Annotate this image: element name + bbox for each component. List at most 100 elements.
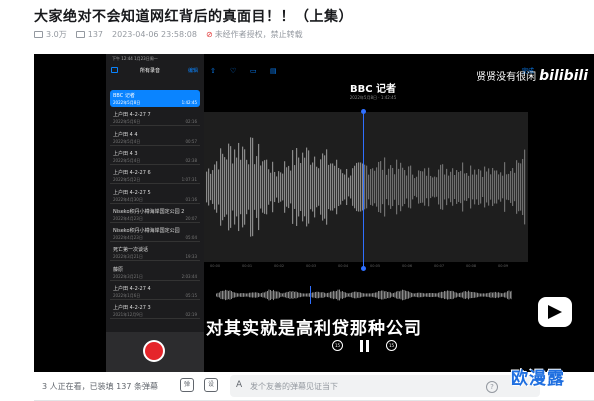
skip-back-button[interactable]: 15 xyxy=(332,340,343,351)
skip-forward-button[interactable]: 15 xyxy=(386,340,397,351)
video-title: 大家绝对不会知道网红背后的真面目！！（上集） xyxy=(34,9,353,25)
recording-item[interactable]: 上户田 4 3 2022年5月4日 02:38 xyxy=(110,148,200,165)
scrubber-bar xyxy=(493,292,495,298)
danmaku-settings-icon[interactable]: 设 xyxy=(204,378,218,392)
recording-subtitle: 2022年5月8日 · 1:42:45 xyxy=(349,95,397,100)
scrubber-bar xyxy=(337,289,339,301)
recording-duration: 05:15 xyxy=(185,293,197,298)
edit-button[interactable]: 编辑 xyxy=(188,67,198,74)
recording-item[interactable]: 上户田 4-2-27 4 2022年1月6日 05:15 xyxy=(110,283,200,300)
waveform-bar xyxy=(208,168,210,206)
waveform-bar xyxy=(284,161,286,213)
recording-item[interactable]: 上户田 4-2-27 6 2022年5月2日 1:07:31 xyxy=(110,167,200,185)
share-icon[interactable]: ⇧ xyxy=(210,67,216,75)
waveform-bar xyxy=(396,159,398,215)
scrubber-bar xyxy=(510,291,511,299)
waveform-bar xyxy=(352,168,354,206)
waveform-bar xyxy=(400,162,402,212)
bilibili-tv-icon[interactable] xyxy=(538,297,572,327)
trash-icon[interactable]: ▤ xyxy=(270,67,277,75)
scrubber-bar xyxy=(349,292,351,298)
scrubber-bar xyxy=(346,293,348,297)
timeline-tick-label: 00:08 xyxy=(466,264,477,268)
scrubber-bar xyxy=(267,291,268,299)
folder-icon[interactable]: ▭ xyxy=(250,67,257,75)
scrubber-bar xyxy=(295,291,297,299)
scrubber-bar xyxy=(444,290,445,300)
waveform-bar xyxy=(484,166,486,208)
viewer-count: 3 人正在看，已装填 137 条弹幕 xyxy=(42,382,158,391)
sidebar-toggle-icon[interactable] xyxy=(111,67,118,73)
pause-button[interactable] xyxy=(359,340,370,352)
scrubber-bar xyxy=(369,293,370,297)
waveform-bar xyxy=(392,167,394,207)
scrubber-bar xyxy=(270,289,271,301)
scrubber-bar xyxy=(325,293,327,297)
scrubber-bar xyxy=(276,291,277,299)
scrubber-bar xyxy=(451,290,453,300)
recording-date: 2022年5月4日 xyxy=(113,138,141,144)
scrubber-playhead[interactable] xyxy=(310,286,311,304)
waveform-bar xyxy=(370,169,372,205)
video-player[interactable]: 下午 12:44 1月23日周一 所有录音 编辑 BBC 记者 2022年5月8日… xyxy=(34,54,594,372)
danmaku-style-icon[interactable]: A xyxy=(236,380,242,390)
waveform-bar xyxy=(368,174,370,200)
waveform-bar xyxy=(308,150,310,224)
scrubber-bar xyxy=(286,291,288,299)
waveform-bar xyxy=(380,161,382,213)
scrubber-bar xyxy=(481,293,483,297)
scrubber-bar xyxy=(499,292,501,298)
playhead[interactable] xyxy=(361,109,366,271)
danmaku-toggle-icon[interactable]: 弹 xyxy=(180,378,194,392)
recording-item[interactable]: 上户田 4-2-27 7 2022年5月6日 02:16 xyxy=(110,109,200,127)
danmaku-etiquette-icon[interactable]: ? xyxy=(486,381,498,393)
scrubber-bar xyxy=(229,290,231,300)
favorite-icon[interactable]: ♡ xyxy=(230,67,236,75)
scrubber-bar xyxy=(226,290,228,300)
scrubber-bar xyxy=(382,290,384,300)
scrubber-bar xyxy=(480,293,481,297)
video-meta: 3.0万 137 2023-04-06 23:58:08 ⊘ 未经作者授权，禁止转… xyxy=(34,29,303,40)
scrubber-bar xyxy=(306,293,307,297)
scrubber-bar xyxy=(390,292,391,298)
scrubber-bar xyxy=(484,293,486,297)
scrubber-bar xyxy=(318,291,319,299)
bilibili-logo: bilibili xyxy=(539,68,588,84)
scrubber-bar xyxy=(465,291,466,299)
scrubber-bar xyxy=(399,291,400,299)
record-button[interactable] xyxy=(143,340,165,362)
waveform-bar xyxy=(276,176,278,198)
danmaku-count-icon xyxy=(75,31,85,38)
waveform-bar xyxy=(342,173,344,201)
scrubber-bar xyxy=(277,291,279,299)
copyright-notice: ⊘ 未经作者授权，禁止转载 xyxy=(205,30,303,39)
waveform-bar xyxy=(444,174,446,200)
waveform-bar xyxy=(324,155,326,219)
recording-item[interactable]: 藤原 2022年3月21日 2:03:44 xyxy=(110,264,200,281)
scrubber-bar xyxy=(433,293,435,297)
scrubber-bar xyxy=(264,292,265,298)
scrubber-bar xyxy=(469,291,471,299)
waveform-bar xyxy=(402,167,404,207)
scrubber-bar xyxy=(406,291,408,299)
recording-item[interactable]: 死亡第一次谈话 2022年3月21日 19:33 xyxy=(110,244,200,262)
waveform-bar xyxy=(436,177,438,197)
waveform-bar xyxy=(312,162,314,212)
recording-item[interactable]: BBC 记者 2022年5月8日 1:42:45 xyxy=(110,90,200,107)
waveform-bar xyxy=(398,168,400,206)
danmaku-input[interactable]: A 发个友善的弹幕见证当下 ? xyxy=(230,375,540,397)
recording-item[interactable]: Niseko积丹小樽海岸国定公园 2022年4月23日 05:04 xyxy=(110,225,200,243)
waveform-bar xyxy=(356,162,358,212)
waveform-bar xyxy=(522,158,524,216)
waveform-bar xyxy=(240,159,242,215)
scrubber-bar xyxy=(462,292,463,298)
scrubber-bar xyxy=(234,292,235,298)
scrubber-bar xyxy=(217,292,219,298)
waveform[interactable] xyxy=(204,112,528,262)
scrubber-bar xyxy=(486,293,487,297)
recording-item[interactable]: 上户田 4-2-27 5 2022年4月30日 01:16 xyxy=(110,187,200,204)
overview-scrubber[interactable] xyxy=(216,288,512,302)
recording-item[interactable]: Niseko积丹小樽海岸国定公园 2 2022年4月23日 20:07 xyxy=(110,206,200,223)
scrubber-bar xyxy=(496,292,498,298)
recording-item[interactable]: 上户田 4 4 2022年5月4日 00:57 xyxy=(110,129,200,146)
